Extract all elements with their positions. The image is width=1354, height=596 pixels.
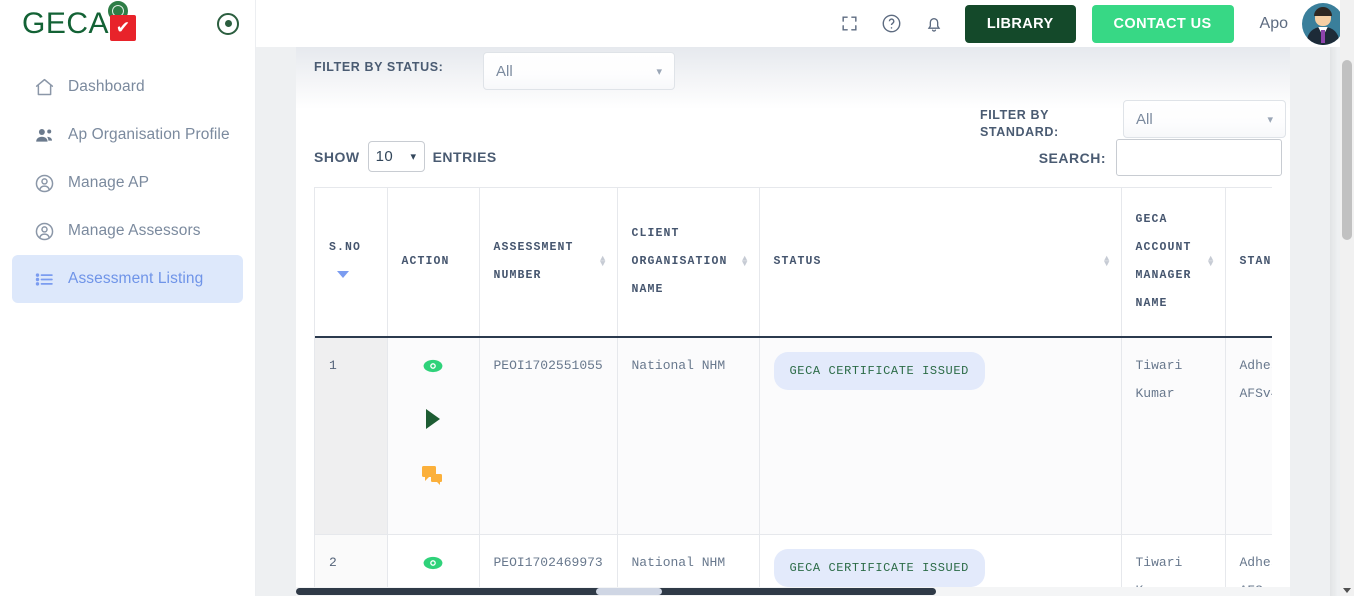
search-input[interactable] bbox=[1116, 139, 1282, 176]
card-right-shadow bbox=[1330, 47, 1338, 596]
column-label: GECA ACCOUNT MANAGER NAME bbox=[1135, 213, 1192, 310]
table-scroll-area: S.NO ACTION ASSESSMENT NUMBER ▲ ▼ CLIENT … bbox=[314, 187, 1272, 596]
column-label: STATUS bbox=[773, 255, 822, 268]
sidebar-item-label: Assessment Listing bbox=[68, 270, 204, 287]
table-row[interactable]: 1 PEOI1702551055 National NHM GECA CERTI… bbox=[315, 337, 1272, 535]
entries-select[interactable]: 10 ▾ bbox=[367, 141, 425, 172]
status-badge: GECA CERTIFICATE ISSUED bbox=[773, 549, 985, 587]
library-button[interactable]: LIBRARY bbox=[964, 4, 1076, 43]
sidebar-item-label: Dashboard bbox=[68, 78, 145, 95]
filter-by-status-select[interactable]: All ▾ bbox=[483, 52, 675, 90]
search-label: SEARCH: bbox=[1038, 149, 1106, 166]
cell-standard: Adhesives Fillers and Sealants AFSv4.0 2… bbox=[1225, 337, 1272, 535]
app-root: GECA ✔ Dashboard Ap Organisation Profile bbox=[0, 0, 1354, 596]
cell-action bbox=[387, 337, 480, 535]
scrollbar-thumb-secondary[interactable] bbox=[596, 588, 662, 595]
sidebar-item-ap-organisation-profile[interactable]: Ap Organisation Profile bbox=[12, 111, 243, 159]
sort-both-icon: ▲ ▼ bbox=[599, 254, 607, 269]
assessment-table: S.NO ACTION ASSESSMENT NUMBER ▲ ▼ CLIENT … bbox=[315, 187, 1272, 596]
sort-both-icon: ▲ ▼ bbox=[741, 254, 749, 269]
avatar[interactable] bbox=[1302, 2, 1344, 45]
contact-us-button[interactable]: CONTACT US bbox=[1091, 4, 1234, 43]
column-label: S.NO bbox=[329, 241, 362, 254]
chevron-down-icon: ▾ bbox=[656, 65, 662, 78]
cell-client-organisation-name: National NHM bbox=[617, 337, 760, 535]
entries-label: ENTRIES bbox=[432, 148, 497, 165]
filter-strip: FILTER BY STATUS: All ▾ FILTER BY STANDA… bbox=[296, 47, 1290, 139]
chat-icon[interactable] bbox=[402, 465, 465, 496]
question-circle-icon[interactable] bbox=[871, 13, 913, 34]
eye-icon[interactable] bbox=[402, 553, 465, 581]
cell-geca-account-manager-name: Tiwari Kumar bbox=[1121, 337, 1226, 535]
target-icon[interactable] bbox=[217, 12, 239, 35]
sidebar-item-dashboard[interactable]: Dashboard bbox=[12, 63, 243, 111]
table-head: S.NO ACTION ASSESSMENT NUMBER ▲ ▼ CLIENT … bbox=[315, 187, 1273, 338]
cell-assessment-number: PEOI1702551055 bbox=[479, 337, 618, 535]
sort-both-icon: ▲ ▼ bbox=[1103, 254, 1111, 269]
show-entries-control: SHOW 10 ▾ ENTRIES bbox=[314, 141, 497, 172]
column-header-action: ACTION bbox=[387, 187, 480, 338]
sidebar-item-manage-ap[interactable]: Manage AP bbox=[12, 159, 243, 207]
page-content: FILTER BY STATUS: All ▾ FILTER BY STANDA… bbox=[256, 47, 1354, 596]
column-header-client-organisation-name[interactable]: CLIENT ORGANISATION NAME ▲ ▼ bbox=[617, 187, 760, 338]
cell-sno: 1 bbox=[315, 337, 388, 535]
column-header-sno[interactable]: S.NO bbox=[315, 187, 388, 338]
table-header-row: S.NO ACTION ASSESSMENT NUMBER ▲ ▼ CLIENT … bbox=[315, 187, 1273, 338]
scrollbar-thumb[interactable] bbox=[1342, 60, 1352, 240]
geca-logo[interactable]: GECA ✔ bbox=[22, 0, 136, 41]
table-controls: SHOW 10 ▾ ENTRIES SEARCH: bbox=[296, 109, 1290, 187]
chevron-down-icon: ▾ bbox=[410, 151, 417, 163]
eye-icon[interactable] bbox=[402, 356, 465, 384]
page-vertical-scrollbar[interactable] bbox=[1340, 0, 1354, 596]
play-icon[interactable] bbox=[402, 408, 465, 441]
column-label: ACTION bbox=[401, 255, 450, 268]
home-icon bbox=[34, 77, 68, 98]
column-label: ASSESSMENT NUMBER bbox=[493, 241, 574, 282]
user-circle-icon bbox=[34, 221, 68, 242]
column-header-assessment-number[interactable]: ASSESSMENT NUMBER ▲ ▼ bbox=[479, 187, 618, 338]
sidebar-nav: Dashboard Ap Organisation Profile Manage… bbox=[0, 47, 255, 303]
cell-status: GECA CERTIFICATE ISSUED bbox=[759, 337, 1122, 535]
topbar: LIBRARY CONTACT US Apo bbox=[256, 0, 1354, 47]
scroll-down-arrow-icon[interactable] bbox=[1343, 588, 1351, 593]
sidebar: GECA ✔ Dashboard Ap Organisation Profile bbox=[0, 0, 256, 596]
column-header-geca-account-manager-name[interactable]: GECA ACCOUNT MANAGER NAME ▲ ▼ bbox=[1121, 187, 1226, 338]
assessment-listing-card: FILTER BY STATUS: All ▾ FILTER BY STANDA… bbox=[296, 47, 1338, 596]
user-circle-icon bbox=[34, 173, 68, 194]
column-header-status[interactable]: STATUS ▲ ▼ bbox=[759, 187, 1122, 338]
sort-desc-icon bbox=[337, 271, 349, 279]
sidebar-item-label: Manage Assessors bbox=[68, 222, 201, 239]
column-header-standard[interactable]: STANDARD bbox=[1225, 187, 1273, 338]
filter-by-status-value: All bbox=[496, 62, 513, 80]
sidebar-item-assessment-listing[interactable]: Assessment Listing bbox=[12, 255, 243, 303]
status-badge: GECA CERTIFICATE ISSUED bbox=[773, 352, 985, 390]
bell-icon[interactable] bbox=[913, 14, 955, 34]
red-check-icon: ✔ bbox=[110, 14, 136, 41]
brand-row: GECA ✔ bbox=[0, 0, 255, 47]
sidebar-item-label: Manage AP bbox=[68, 174, 150, 191]
filter-by-status-label: FILTER BY STATUS: bbox=[314, 60, 444, 74]
sort-both-icon: ▲ ▼ bbox=[1207, 254, 1215, 269]
column-label: STANDARD bbox=[1239, 255, 1273, 268]
people-icon bbox=[34, 125, 68, 146]
sidebar-item-label: Ap Organisation Profile bbox=[68, 126, 230, 143]
show-label: SHOW bbox=[314, 148, 360, 165]
logo-text: GECA bbox=[22, 6, 110, 40]
fullscreen-icon[interactable] bbox=[829, 14, 871, 33]
search-control: SEARCH: bbox=[1039, 139, 1282, 176]
table-horizontal-scrollbar[interactable] bbox=[296, 587, 1290, 596]
entries-value: 10 bbox=[375, 148, 394, 165]
column-label: CLIENT ORGANISATION NAME bbox=[631, 227, 728, 296]
user-name: Apo bbox=[1259, 14, 1288, 32]
table-body: 1 PEOI1702551055 National NHM GECA CERTI… bbox=[315, 337, 1272, 596]
list-icon bbox=[34, 269, 68, 290]
sidebar-item-manage-assessors[interactable]: Manage Assessors bbox=[12, 207, 243, 255]
